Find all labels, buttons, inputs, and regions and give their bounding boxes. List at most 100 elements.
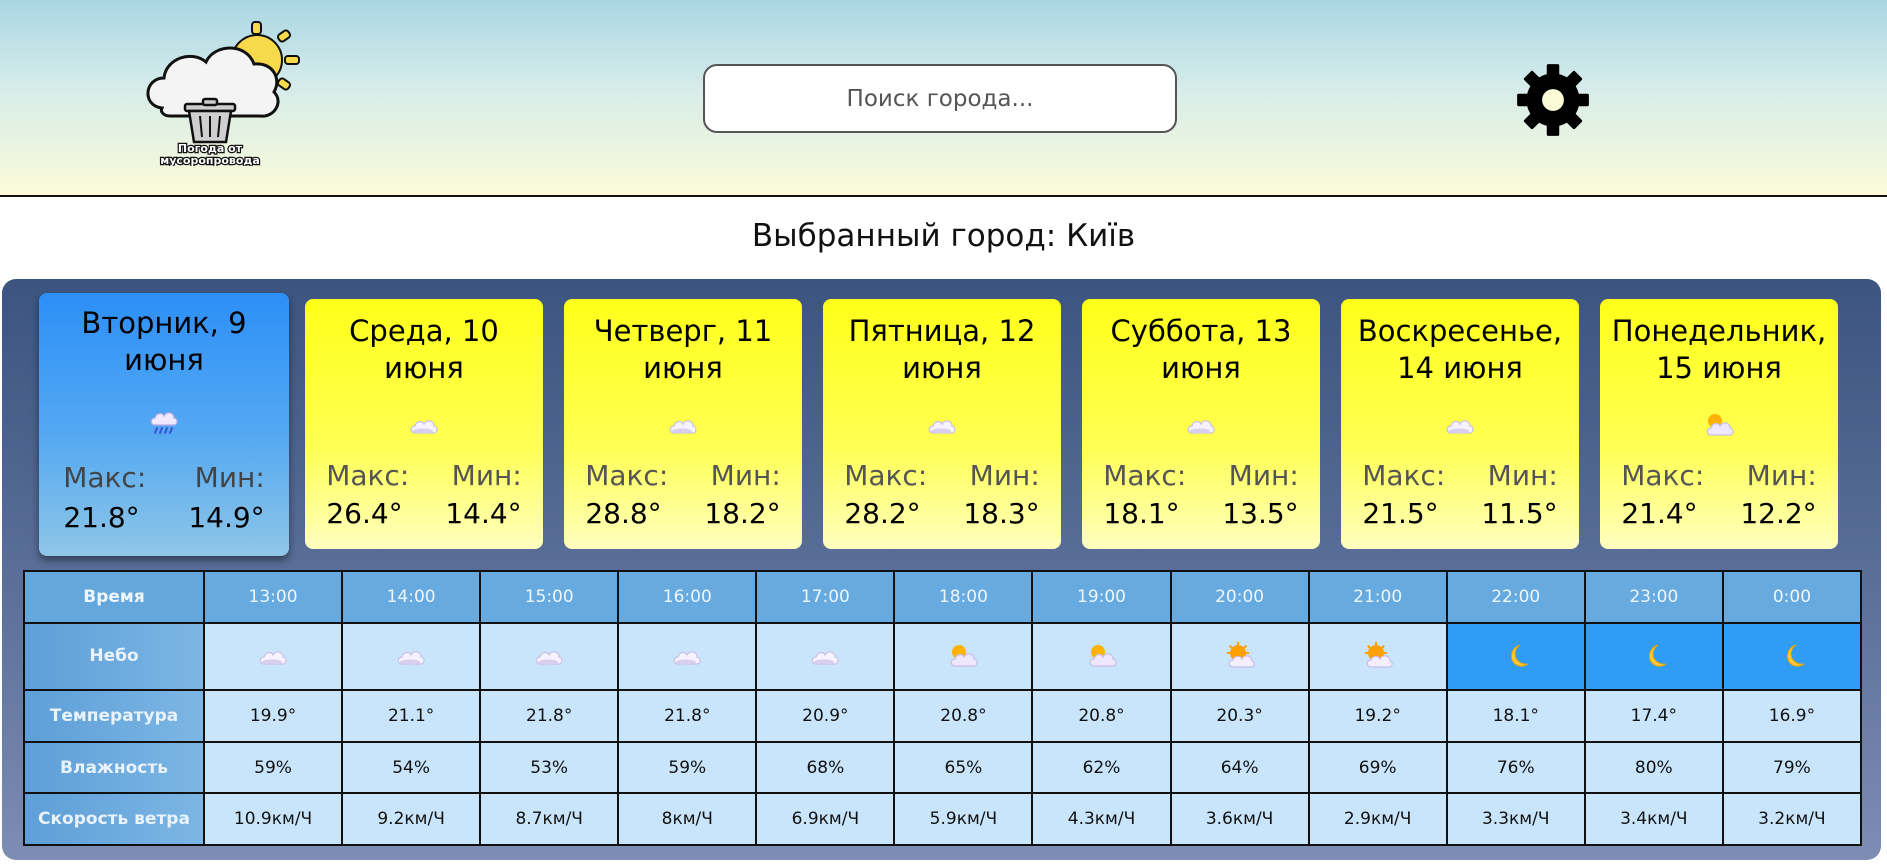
day-name: Суббота, 13 июня	[1110, 314, 1292, 385]
hour-humidity-cell: 64%	[1169, 740, 1310, 795]
cloud-icon	[1443, 411, 1477, 439]
day-name: Четверг, 11 июня	[593, 314, 773, 385]
hour-time-cell: 16:00	[617, 570, 758, 624]
hour-time-cell: 13:00	[202, 570, 344, 624]
logo-text-line2: мусоропровода	[160, 154, 260, 166]
hour-temperature-cell: 17.4°	[1583, 689, 1724, 743]
min-label: Мин:	[1746, 459, 1817, 492]
hour-wind-cell: 2.9км/Ч	[1307, 792, 1448, 846]
hour-time-cell: 23:00	[1583, 570, 1724, 624]
day-minmax-values: 28.8° 18.2°	[564, 497, 802, 530]
day-minmax-labels: Макс: Мин:	[39, 461, 289, 494]
hour-sky-cell	[617, 621, 758, 692]
hour-wind-cell: 6.9км/Ч	[755, 792, 896, 846]
max-temp: 18.1°	[1103, 497, 1180, 530]
hour-time-cell: 0:00	[1721, 570, 1863, 624]
day-card[interactable]: Четверг, 11 июня Макс: Мин: 28.8° 18.2°	[564, 299, 802, 549]
hour-wind-cell: 8км/Ч	[617, 792, 758, 846]
day-minmax-values: 21.8° 14.9°	[39, 501, 289, 534]
sun-behind-cloud-icon	[1362, 642, 1394, 669]
min-label: Мин:	[969, 459, 1040, 492]
hour-temperature-cell: 21.8°	[617, 689, 758, 743]
settings-button[interactable]	[1514, 61, 1592, 139]
hour-humidity-cell: 68%	[755, 740, 896, 795]
hour-time-cell: 14:00	[341, 570, 482, 624]
hour-time-cell: 20:00	[1169, 570, 1310, 624]
sun-cloud-icon	[947, 645, 979, 668]
hour-humidity-cell: 62%	[1031, 740, 1172, 795]
min-temp: 18.2°	[704, 497, 781, 530]
wind-row: Скорость ветра 10.9км/Ч 9.2км/Ч 8.7км/Ч 8км…	[23, 792, 1863, 846]
hour-sky-cell	[341, 621, 482, 692]
hour-wind-cell: 4.3км/Ч	[1031, 792, 1172, 846]
cloud-icon	[257, 646, 289, 666]
time-row-label: Время	[23, 570, 205, 624]
max-temp: 21.4°	[1621, 497, 1698, 530]
hour-sky-cell	[755, 621, 896, 692]
hour-humidity-cell: 69%	[1307, 740, 1448, 795]
hour-wind-cell: 3.4км/Ч	[1583, 792, 1724, 846]
day-name: Воскресенье, 14 июня	[1357, 314, 1563, 385]
cloud-icon	[1184, 411, 1218, 439]
moon-icon	[1776, 644, 1808, 668]
hour-sky-cell	[893, 621, 1034, 692]
cloud-icon	[407, 411, 441, 439]
day-minmax-labels: Макс: Мин:	[564, 459, 802, 492]
day-minmax-values: 21.4° 12.2°	[1600, 497, 1838, 530]
max-label: Макс:	[326, 459, 410, 492]
cloud-icon	[671, 646, 703, 666]
max-label: Макс:	[1362, 459, 1446, 492]
min-label: Мин:	[451, 459, 522, 492]
temperature-row: Температура 19.9° 21.1° 21.8° 21.8° 20.9° 20.…	[23, 689, 1863, 743]
time-row: Время 13:00 14:00 15:00 16:00 17:00 18:00 19:0…	[23, 570, 1863, 624]
selected-city-label: Выбранный город: Київ	[751, 218, 1136, 254]
hour-humidity-cell: 53%	[479, 740, 620, 795]
cloud-icon	[925, 411, 959, 439]
hour-wind-cell: 3.3км/Ч	[1445, 792, 1586, 846]
logo-cloud-trash-icon: Погода от мусоропровода	[146, 21, 300, 166]
hour-sky-cell	[1031, 621, 1172, 692]
max-label: Макс:	[63, 461, 147, 494]
max-temp: 26.4°	[326, 497, 403, 530]
day-card[interactable]: Понедельник, 15 июня Макс: Мин: 21.4° 12.2°	[1600, 299, 1838, 549]
min-label: Мин:	[1487, 459, 1558, 492]
hour-time-cell: 22:00	[1445, 570, 1586, 624]
day-name: Среда, 10 июня	[349, 314, 499, 385]
day-minmax-labels: Макс: Мин:	[1600, 459, 1838, 492]
hour-humidity-cell: 59%	[202, 740, 344, 795]
hour-time-cell: 18:00	[893, 570, 1034, 624]
day-card[interactable]: Суббота, 13 июня Макс: Мин: 18.1° 13.5°	[1082, 299, 1320, 549]
min-temp: 14.9°	[188, 501, 265, 534]
max-label: Макс:	[1103, 459, 1187, 492]
hour-humidity-cell: 79%	[1721, 740, 1863, 795]
day-minmax-values: 21.5° 11.5°	[1341, 497, 1579, 530]
city-search-input[interactable]	[703, 64, 1177, 133]
day-card[interactable]: Среда, 10 июня Макс: Мин: 26.4° 14.4°	[305, 299, 543, 549]
max-temp: 21.8°	[63, 501, 140, 534]
min-temp: 18.3°	[963, 497, 1040, 530]
max-temp: 28.2°	[844, 497, 921, 530]
hour-sky-cell	[1169, 621, 1310, 692]
day-minmax-labels: Макс: Мин:	[1082, 459, 1320, 492]
day-card[interactable]: Пятница, 12 июня Макс: Мин: 28.2° 18.3°	[823, 299, 1061, 549]
cloud-icon	[666, 411, 700, 439]
max-temp: 28.8°	[585, 497, 662, 530]
hour-sky-cell	[1721, 621, 1863, 692]
day-card[interactable]: Вторник, 9 июня Макс: Мин: 21.8° 14.9°	[39, 293, 289, 556]
min-temp: 13.5°	[1222, 497, 1299, 530]
hour-humidity-cell: 54%	[341, 740, 482, 795]
hour-temperature-cell: 20.3°	[1169, 689, 1310, 743]
max-temp: 21.5°	[1362, 497, 1439, 530]
moon-icon	[1638, 644, 1670, 668]
humidity-row: Влажность 59% 54% 53% 59% 68% 65% 62% 64% 69% 76%…	[23, 740, 1863, 795]
hour-wind-cell: 9.2км/Ч	[341, 792, 482, 846]
hour-time-cell: 15:00	[479, 570, 620, 624]
logo[interactable]: Погода от мусоропровода	[142, 20, 320, 166]
day-card[interactable]: Воскресенье, 14 июня Макс: Мин: 21.5° 11.5°	[1341, 299, 1579, 549]
hour-sky-cell	[202, 621, 344, 692]
sky-row: Небо	[23, 621, 1863, 692]
moon-icon	[1500, 644, 1532, 668]
hour-wind-cell: 10.9км/Ч	[202, 792, 344, 846]
wind-row-label: Скорость ветра	[23, 792, 205, 846]
hourly-forecast-table: Время 13:00 14:00 15:00 16:00 17:00 18:00 19:0…	[23, 570, 1863, 846]
